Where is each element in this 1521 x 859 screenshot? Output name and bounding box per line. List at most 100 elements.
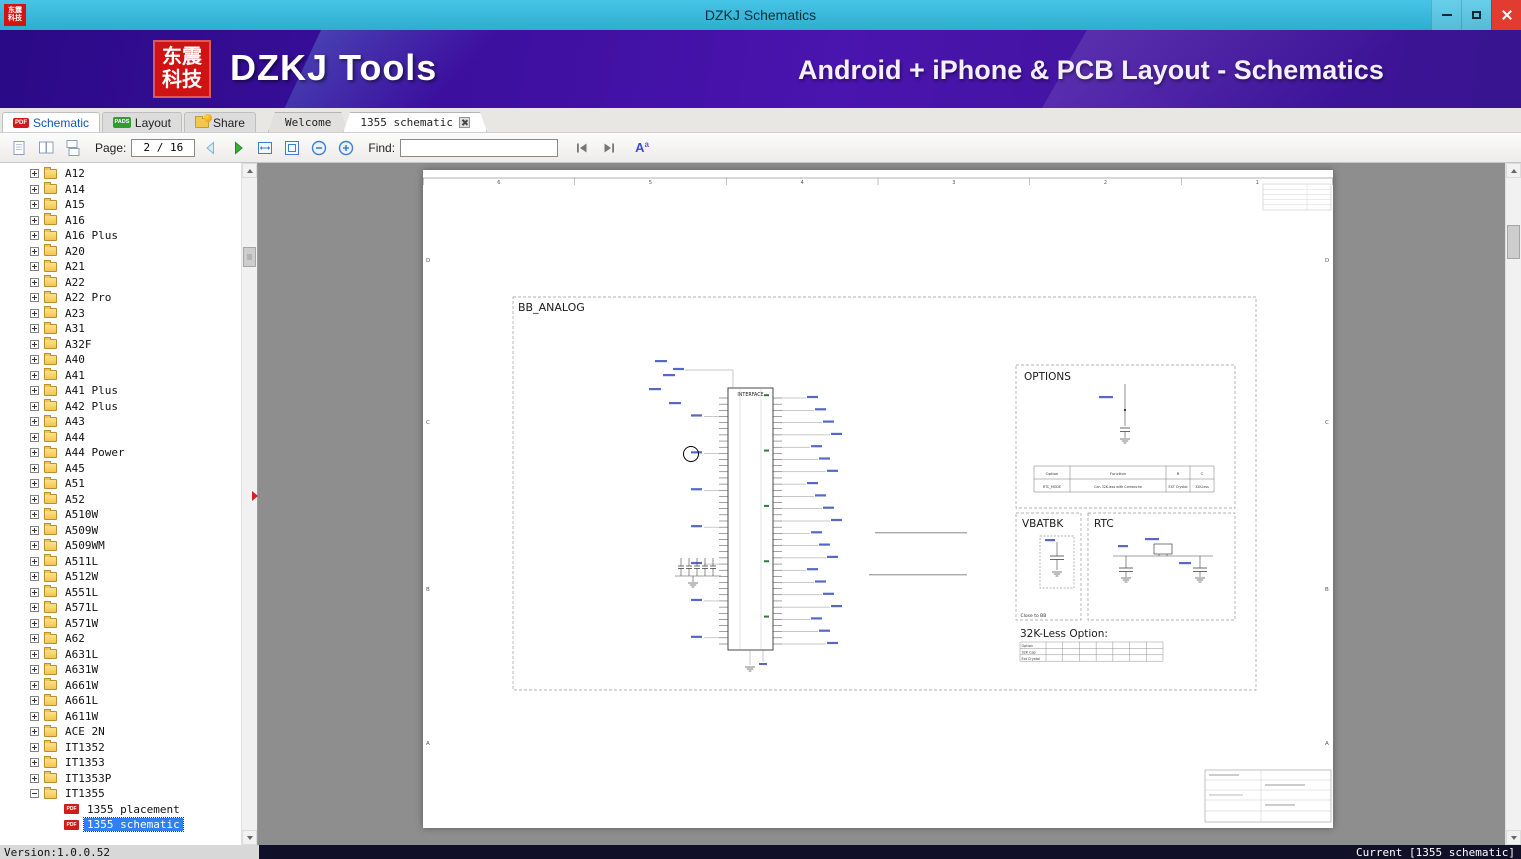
viewer-scroll-down-icon[interactable] [1506,830,1521,845]
tree-item-a509wm[interactable]: A509WM [0,538,241,554]
tab-schematic[interactable]: PDF Schematic [2,112,101,132]
collapse-icon[interactable] [30,789,39,799]
expand-icon[interactable] [30,463,39,473]
previous-page-button[interactable] [200,137,222,159]
tree-item-a571l[interactable]: A571L [0,600,241,616]
tree-item-a15[interactable]: A15 [0,197,241,213]
tree-item-a44[interactable]: A44 [0,430,241,446]
expand-icon[interactable] [30,479,39,489]
tree-item-a40[interactable]: A40 [0,352,241,368]
tree-item-a41-plus[interactable]: A41 Plus [0,383,241,399]
zoom-out-button[interactable] [308,137,330,159]
expand-icon[interactable] [30,277,39,287]
expand-icon[interactable] [30,680,39,690]
tree-item-a22-pro[interactable]: A22 Pro [0,290,241,306]
expand-icon[interactable] [30,649,39,659]
close-tab-icon[interactable] [459,117,470,128]
expand-icon[interactable] [30,618,39,628]
expand-icon[interactable] [30,184,39,194]
expand-icon[interactable] [30,494,39,504]
tree-item-a22[interactable]: A22 [0,275,241,291]
view-continuous-button[interactable] [62,137,84,159]
tree-item-a20[interactable]: A20 [0,244,241,260]
expand-icon[interactable] [30,339,39,349]
expand-icon[interactable] [30,200,39,210]
sidebar-scrollbar[interactable] [241,163,257,845]
expand-icon[interactable] [30,711,39,721]
expand-icon[interactable] [30,324,39,334]
tree-item-it1352[interactable]: IT1352 [0,740,241,756]
expand-icon[interactable] [30,401,39,411]
sidebar-scrollbar-thumb[interactable] [243,247,256,267]
expand-icon[interactable] [30,231,39,241]
expand-icon[interactable] [30,727,39,737]
viewer-scrollbar[interactable] [1505,163,1521,845]
expand-icon[interactable] [30,246,39,256]
viewer-scroll-up-icon[interactable] [1506,163,1521,178]
tree-item-a510w[interactable]: A510W [0,507,241,523]
expand-icon[interactable] [30,215,39,225]
expand-icon[interactable] [30,386,39,396]
expand-icon[interactable] [30,665,39,675]
expand-icon[interactable] [30,510,39,520]
expand-icon[interactable] [30,370,39,380]
tree-item-a661w[interactable]: A661W [0,678,241,694]
expand-icon[interactable] [30,355,39,365]
text-size-button[interactable]: Aa [631,137,653,159]
tree-item-a44-power[interactable]: A44 Power [0,445,241,461]
expand-icon[interactable] [30,262,39,272]
expand-icon[interactable] [30,448,39,458]
tree-item-ace-2n[interactable]: ACE 2N [0,724,241,740]
tree-item-it1355[interactable]: IT1355 [0,786,241,802]
tree-item-a611w[interactable]: A611W [0,709,241,725]
tree-item-a21[interactable]: A21 [0,259,241,275]
tree-item-a23[interactable]: A23 [0,306,241,322]
tree-item-a42-plus[interactable]: A42 Plus [0,399,241,415]
tree-item-a12[interactable]: A12 [0,166,241,182]
expand-icon[interactable] [30,308,39,318]
expand-icon[interactable] [30,432,39,442]
expand-icon[interactable] [30,525,39,535]
expand-icon[interactable] [30,603,39,613]
tree-item-a45[interactable]: A45 [0,461,241,477]
tree-item-a16[interactable]: A16 [0,213,241,229]
find-previous-button[interactable] [571,137,593,159]
find-next-button[interactable] [598,137,620,159]
tree-item-1355-schematic[interactable]: PDF 1355 schematic [0,817,241,833]
tree-item-it1353[interactable]: IT1353 [0,755,241,771]
next-page-button[interactable] [227,137,249,159]
tree-item-a52[interactable]: A52 [0,492,241,508]
expand-icon[interactable] [30,556,39,566]
expand-icon[interactable] [30,169,39,179]
expand-icon[interactable] [30,696,39,706]
tree-item-a509w[interactable]: A509W [0,523,241,539]
fit-page-button[interactable] [281,137,303,159]
tree-item-a41[interactable]: A41 [0,368,241,384]
tree-item-it1353p[interactable]: IT1353P [0,771,241,787]
tree-item-a14[interactable]: A14 [0,182,241,198]
tree-item-1355-placement[interactable]: PDF 1355 placement [0,802,241,818]
expand-icon[interactable] [30,742,39,752]
view-single-page-button[interactable] [8,137,30,159]
tree-item-a631l[interactable]: A631L [0,647,241,663]
viewer-scrollbar-thumb[interactable] [1507,225,1520,259]
tab-welcome[interactable]: Welcome [268,112,348,132]
minimize-button[interactable] [1431,0,1461,30]
tree-item-a32f[interactable]: A32F [0,337,241,353]
expand-icon[interactable] [30,293,39,303]
view-facing-pages-button[interactable] [35,137,57,159]
expand-icon[interactable] [30,572,39,582]
find-input[interactable] [400,138,559,157]
tree-item-a511l[interactable]: A511L [0,554,241,570]
tree-item-a62[interactable]: A62 [0,631,241,647]
tab-1355-schematic[interactable]: 1355 schematic [343,112,487,132]
close-button[interactable] [1491,0,1521,30]
expand-icon[interactable] [30,758,39,768]
tree-item-a512w[interactable]: A512W [0,569,241,585]
tree-item-a43[interactable]: A43 [0,414,241,430]
expand-icon[interactable] [30,634,39,644]
tree-item-a631w[interactable]: A631W [0,662,241,678]
tab-layout[interactable]: PADS Layout [102,112,182,132]
maximize-button[interactable] [1461,0,1491,30]
expand-icon[interactable] [30,541,39,551]
